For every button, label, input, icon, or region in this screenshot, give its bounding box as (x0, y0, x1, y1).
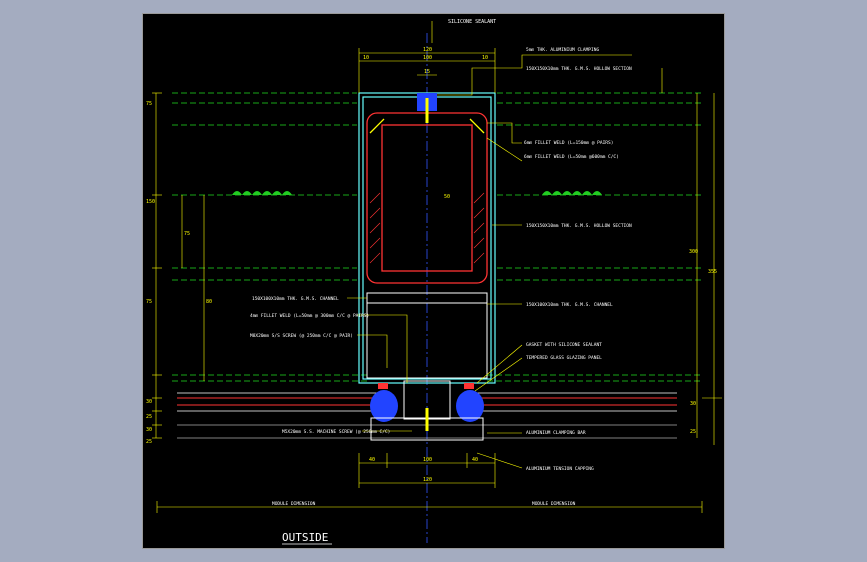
callout-clamping-bar: ALUMINIUM CLAMPING BAR (526, 430, 586, 436)
dim-label-left: MODULE DIMENSION (272, 501, 316, 507)
dim-bottom-m: 100 (423, 457, 432, 463)
callout-gasket: GASKET WITH SILICONE SEALANT (526, 342, 602, 348)
callout-top-sealant: SILICONE SEALANT (448, 19, 496, 25)
callout-fillet-weld-1: 6mm FILLET WELD (L=150mm @ PAIRS) (524, 140, 613, 146)
dim-left-7: 25 (146, 439, 152, 445)
callout-tension-capping: ALUMINIUM TENSION CAPPING (526, 466, 594, 472)
dim-right-3: 30 (690, 401, 696, 407)
dim-left-5: 25 (146, 414, 152, 420)
section-drawing: 120 10 10 100 15 75 150 75 30 25 30 25 7… (142, 13, 725, 549)
dim-top-gap: 15 (424, 69, 430, 75)
gasket-caps (378, 383, 474, 389)
dim-bottom-l: 40 (369, 457, 375, 463)
dim-label-right: MODULE DIMENSION (532, 501, 576, 507)
dim-right-1: 300 (689, 249, 698, 255)
dim-left-6: 30 (146, 427, 152, 433)
dim-inner-left-1: 75 (184, 231, 190, 237)
callout-weld-left: 4mm FILLET WELD (L=50mm @ 300mm C/C @ PA… (250, 313, 369, 319)
dim-left-4: 30 (146, 399, 152, 405)
drawing-title: OUTSIDE (282, 531, 328, 544)
dim-left-2: 150 (146, 199, 155, 205)
dim-top-total: 120 (423, 47, 432, 53)
dim-right-2: 355 (708, 269, 717, 275)
dim-bottom-total: 120 (423, 477, 432, 483)
dim-top-inner: 100 (423, 55, 432, 61)
callout-hollow-mid: 150X150X10mm THK. G.M.S. HOLLOW SECTION (526, 223, 632, 229)
callout-screw-left: M8X20mm S/S SCREW (@ 250mm C/C @ PAIR) (250, 333, 353, 339)
callout-machine-screw: M5X20mm S.S. MACHINE SCREW (@ 250mm C/C) (282, 429, 390, 435)
dim-top-left: 10 (363, 55, 369, 61)
dimension-lines (152, 48, 722, 513)
callout-glazing-panel: TEMPERED GLASS GLAZING PANEL (526, 355, 602, 361)
callout-hollow-top: 150X150X10mm THK. G.M.S. HOLLOW SECTION (526, 66, 632, 72)
callout-clamping: 5mm THK. ALUMINIUM CLAMPING (526, 47, 599, 53)
callout-channel-left: 150X100X10mm THK. G.M.S. CHANNEL (252, 296, 339, 302)
dim-left-3: 75 (146, 299, 152, 305)
cad-viewport[interactable]: 120 10 10 100 15 75 150 75 30 25 30 25 7… (142, 13, 725, 549)
dim-bottom-r: 40 (472, 457, 478, 463)
dim-right-4: 25 (690, 429, 696, 435)
dim-center: 50 (444, 194, 450, 200)
dim-left-1: 75 (146, 101, 152, 107)
callout-fillet-weld-2: 6mm FILLET WELD (L=50mm @600mm C/C) (524, 154, 619, 160)
dim-top-right: 10 (482, 55, 488, 61)
dim-inner-left-2: 80 (206, 299, 212, 305)
callout-channel-right: 150X100X10mm THK. G.M.S. CHANNEL (526, 302, 613, 308)
weld-marks (232, 191, 602, 195)
